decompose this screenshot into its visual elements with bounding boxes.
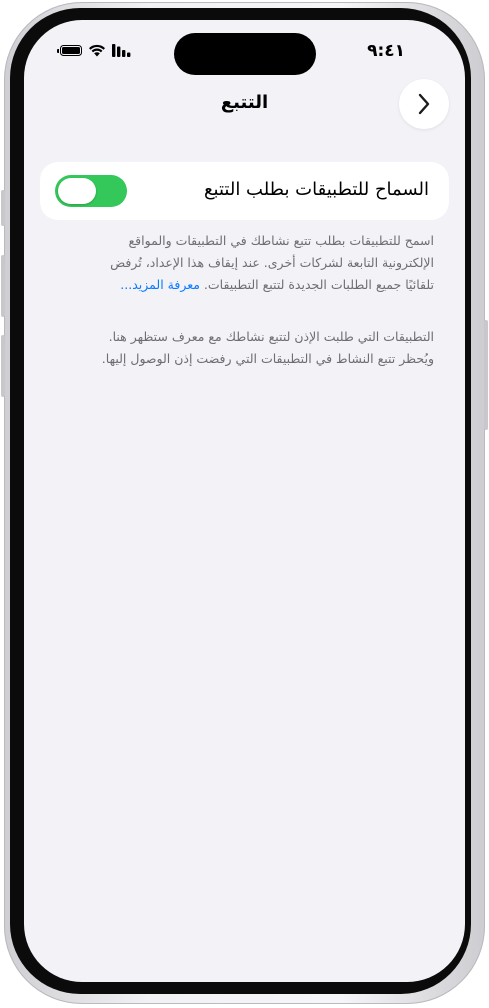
volume-up-button[interactable] — [1, 255, 5, 317]
wifi-icon — [89, 44, 105, 57]
action-button[interactable] — [1, 190, 5, 226]
tracking-description: اسمح للتطبيقات بطلب تتبع نشاطك في التطبي… — [86, 230, 434, 296]
chevron-right-icon — [418, 93, 430, 115]
status-time: ٩:٤١ — [367, 41, 405, 61]
apps-list-note: التطبيقات التي طلبت الإذن لتتبع نشاطك مع… — [86, 326, 434, 370]
battery-level — [62, 47, 80, 54]
switch-knob — [58, 178, 96, 204]
back-button[interactable] — [399, 79, 449, 129]
battery-icon — [57, 45, 82, 56]
side-button[interactable] — [484, 320, 488, 430]
volume-down-button[interactable] — [1, 335, 5, 397]
allow-tracking-row[interactable]: السماح للتطبيقات بطلب التتبع — [40, 162, 449, 220]
allow-tracking-label: السماح للتطبيقات بطلب التتبع — [203, 179, 429, 200]
learn-more-link[interactable]: معرفة المزيد... — [120, 277, 200, 292]
status-icons — [57, 44, 132, 57]
apps-list-note-text: التطبيقات التي طلبت الإذن لتتبع نشاطك مع… — [101, 329, 434, 366]
dynamic-island — [174, 33, 316, 75]
cellular-signal-icon — [112, 44, 131, 57]
allow-tracking-switch[interactable] — [55, 175, 127, 207]
